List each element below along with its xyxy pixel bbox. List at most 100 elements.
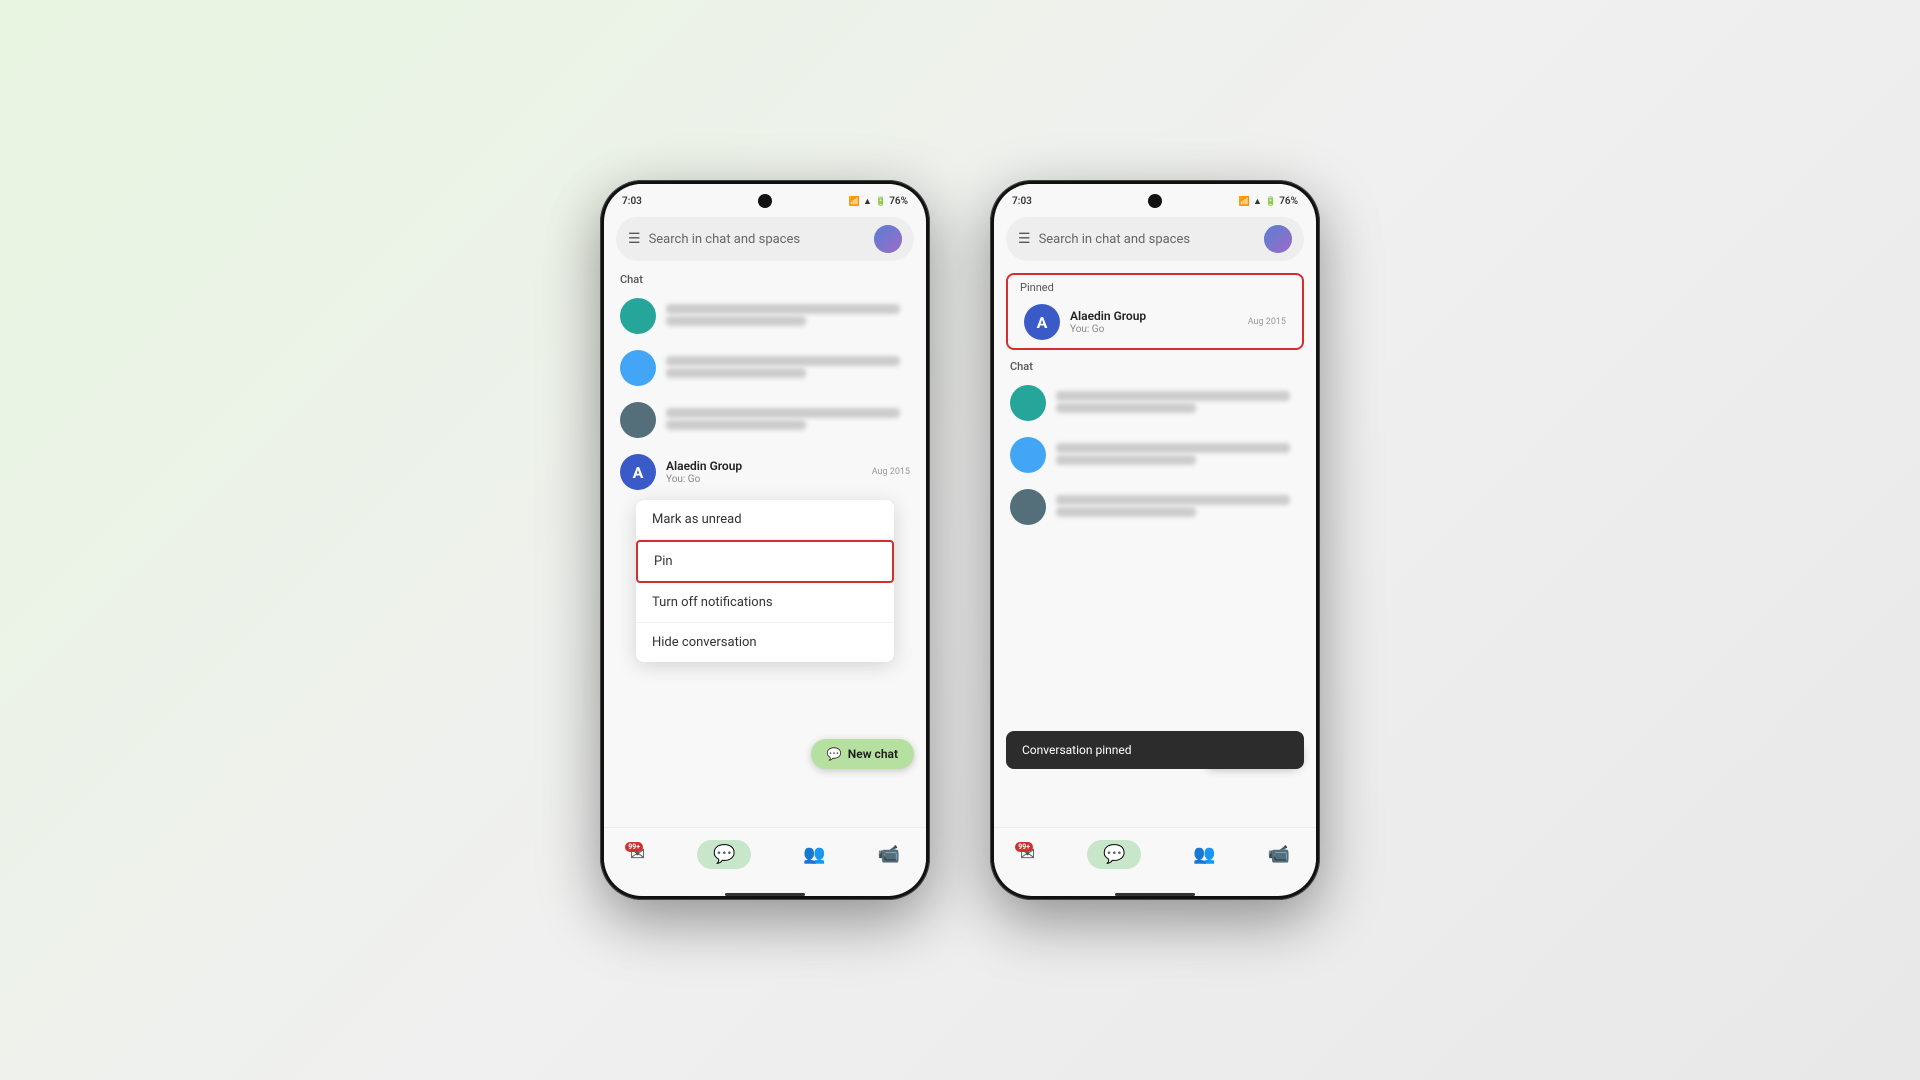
pinned-section: Pinned A Alaedin Group You: Go Aug 2015	[1006, 273, 1304, 350]
avatar-blurred-3	[620, 402, 656, 438]
signal-icon-2: 📶	[1239, 197, 1250, 207]
camera-cutout-2	[1148, 194, 1162, 208]
camera-cutout	[758, 194, 772, 208]
chat-item-blurred-1[interactable]	[604, 290, 926, 342]
avatar-blurred-2	[620, 350, 656, 386]
name-blur-1	[666, 304, 900, 314]
preview-blur-p2-2	[1056, 455, 1196, 465]
name-blur-2	[666, 356, 900, 366]
avatar-blurred-p2-2	[1010, 437, 1046, 473]
chat-item-blurred-p2-1[interactable]	[994, 377, 1316, 429]
avatar-blurred-1	[620, 298, 656, 334]
nav-people-2[interactable]: 👥	[1181, 840, 1227, 869]
battery-icon-2: 🔋	[1265, 197, 1276, 207]
nav-mail-1[interactable]: ✉ 99+	[618, 840, 657, 869]
pinned-alaedin-preview: You: Go	[1070, 324, 1238, 335]
hamburger-icon-1: ☰	[628, 231, 641, 247]
search-placeholder-1: Search in chat and spaces	[649, 232, 866, 247]
battery-pct-1: 76%	[889, 196, 908, 207]
bottom-nav-2: ✉ 99+ 💬 👥 📹	[994, 827, 1316, 889]
nav-video-2[interactable]: 📹	[1256, 840, 1302, 869]
context-menu-container: Mark as unread Pin Turn off notification…	[620, 498, 910, 664]
chat-item-blurred-p2-3[interactable]	[994, 481, 1316, 533]
signal-icon-1: 📶	[849, 197, 860, 207]
hamburger-icon-2: ☰	[1018, 231, 1031, 247]
pinned-label: Pinned	[1008, 275, 1302, 296]
chat-info-blurred-2	[666, 356, 900, 380]
fab-icon-1: 💬	[827, 747, 842, 761]
video-icon-1: 📹	[878, 844, 900, 865]
chat-info-blurred-1	[666, 304, 900, 328]
fab-label-1: New chat	[848, 747, 898, 761]
video-icon-2: 📹	[1268, 844, 1290, 865]
name-blur-p2-1	[1056, 391, 1290, 401]
people-icon-2: 👥	[1193, 844, 1215, 865]
search-bar-1[interactable]: ☰ Search in chat and spaces	[616, 217, 914, 261]
alaedin-avatar: A	[620, 454, 656, 490]
nav-chat-2[interactable]: 💬	[1075, 836, 1153, 873]
battery-icon-1: 🔋	[875, 197, 886, 207]
wifi-icon-1: ▲	[863, 196, 872, 207]
phone2-content: Pinned A Alaedin Group You: Go Aug 2015 …	[994, 269, 1316, 827]
user-avatar-2[interactable]	[1264, 225, 1292, 253]
preview-blur-p2-3	[1056, 507, 1196, 517]
pinned-alaedin-time: Aug 2015	[1248, 317, 1286, 327]
pinned-alaedin-item[interactable]: A Alaedin Group You: Go Aug 2015	[1008, 296, 1302, 348]
mail-badge-1: 99+	[625, 842, 643, 852]
people-icon-1: 👥	[803, 844, 825, 865]
search-bar-2[interactable]: ☰ Search in chat and spaces	[1006, 217, 1304, 261]
search-placeholder-2: Search in chat and spaces	[1039, 232, 1256, 247]
phone-2: 7:03 📶 ▲ 🔋 76% ☰ Search in chat and spac…	[990, 180, 1320, 900]
chat-icon-2: 💬	[1103, 844, 1125, 865]
chat-info-blurred-3	[666, 408, 900, 432]
pinned-alaedin-name: Alaedin Group	[1070, 309, 1238, 323]
avatar-blurred-p2-3	[1010, 489, 1046, 525]
context-menu: Mark as unread Pin Turn off notification…	[636, 500, 894, 662]
preview-blur-2	[666, 368, 806, 378]
alaedin-chat-item[interactable]: A Alaedin Group You: Go Aug 2015	[604, 446, 926, 498]
chat-item-blurred-p2-2[interactable]	[994, 429, 1316, 481]
pinned-alaedin-info: Alaedin Group You: Go	[1070, 309, 1238, 335]
turn-off-notifications-item[interactable]: Turn off notifications	[636, 583, 894, 623]
wifi-icon-2: ▲	[1253, 196, 1262, 207]
avatar-blurred-p2-1	[1010, 385, 1046, 421]
time-1: 7:03	[622, 196, 642, 207]
chat-item-blurred-2[interactable]	[604, 342, 926, 394]
new-chat-fab-1[interactable]: 💬 New chat	[811, 739, 914, 769]
preview-blur-1	[666, 316, 806, 326]
battery-pct-2: 76%	[1279, 196, 1298, 207]
pinned-alaedin-avatar: A	[1024, 304, 1060, 340]
chat-section-label-1: Chat	[604, 269, 926, 290]
home-indicator-2	[1115, 893, 1195, 896]
nav-mail-2[interactable]: ✉ 99+	[1008, 840, 1047, 869]
phone1-content: Chat	[604, 269, 926, 827]
pin-item[interactable]: Pin	[636, 540, 894, 583]
mark-unread-item[interactable]: Mark as unread	[636, 500, 894, 540]
chat-info-blurred-p2-2	[1056, 443, 1290, 467]
phone-1: 7:03 📶 ▲ 🔋 76% ☰ Search in chat and spac…	[600, 180, 930, 900]
chat-icon-1: 💬	[713, 844, 735, 865]
preview-blur-3	[666, 420, 806, 430]
time-2: 7:03	[1012, 196, 1032, 207]
nav-video-1[interactable]: 📹	[866, 840, 912, 869]
user-avatar-1[interactable]	[874, 225, 902, 253]
alaedin-info: Alaedin Group You: Go	[666, 459, 862, 485]
alaedin-name: Alaedin Group	[666, 459, 862, 473]
name-blur-p2-3	[1056, 495, 1290, 505]
home-indicator-1	[725, 893, 805, 896]
chat-item-blurred-3[interactable]	[604, 394, 926, 446]
mail-badge-2: 99+	[1015, 842, 1033, 852]
chat-info-blurred-p2-1	[1056, 391, 1290, 415]
nav-chat-1[interactable]: 💬	[685, 836, 763, 873]
bottom-nav-1: ✉ 99+ 💬 👥 📹	[604, 827, 926, 889]
name-blur-p2-2	[1056, 443, 1290, 453]
alaedin-preview: You: Go	[666, 474, 862, 485]
preview-blur-p2-1	[1056, 403, 1196, 413]
hide-conversation-item[interactable]: Hide conversation	[636, 623, 894, 662]
name-blur-3	[666, 408, 900, 418]
chat-info-blurred-p2-3	[1056, 495, 1290, 519]
nav-people-1[interactable]: 👥	[791, 840, 837, 869]
conversation-pinned-toast: Conversation pinned	[1006, 731, 1304, 769]
alaedin-time: Aug 2015	[872, 467, 910, 477]
chat-section-label-2: Chat	[994, 356, 1316, 377]
